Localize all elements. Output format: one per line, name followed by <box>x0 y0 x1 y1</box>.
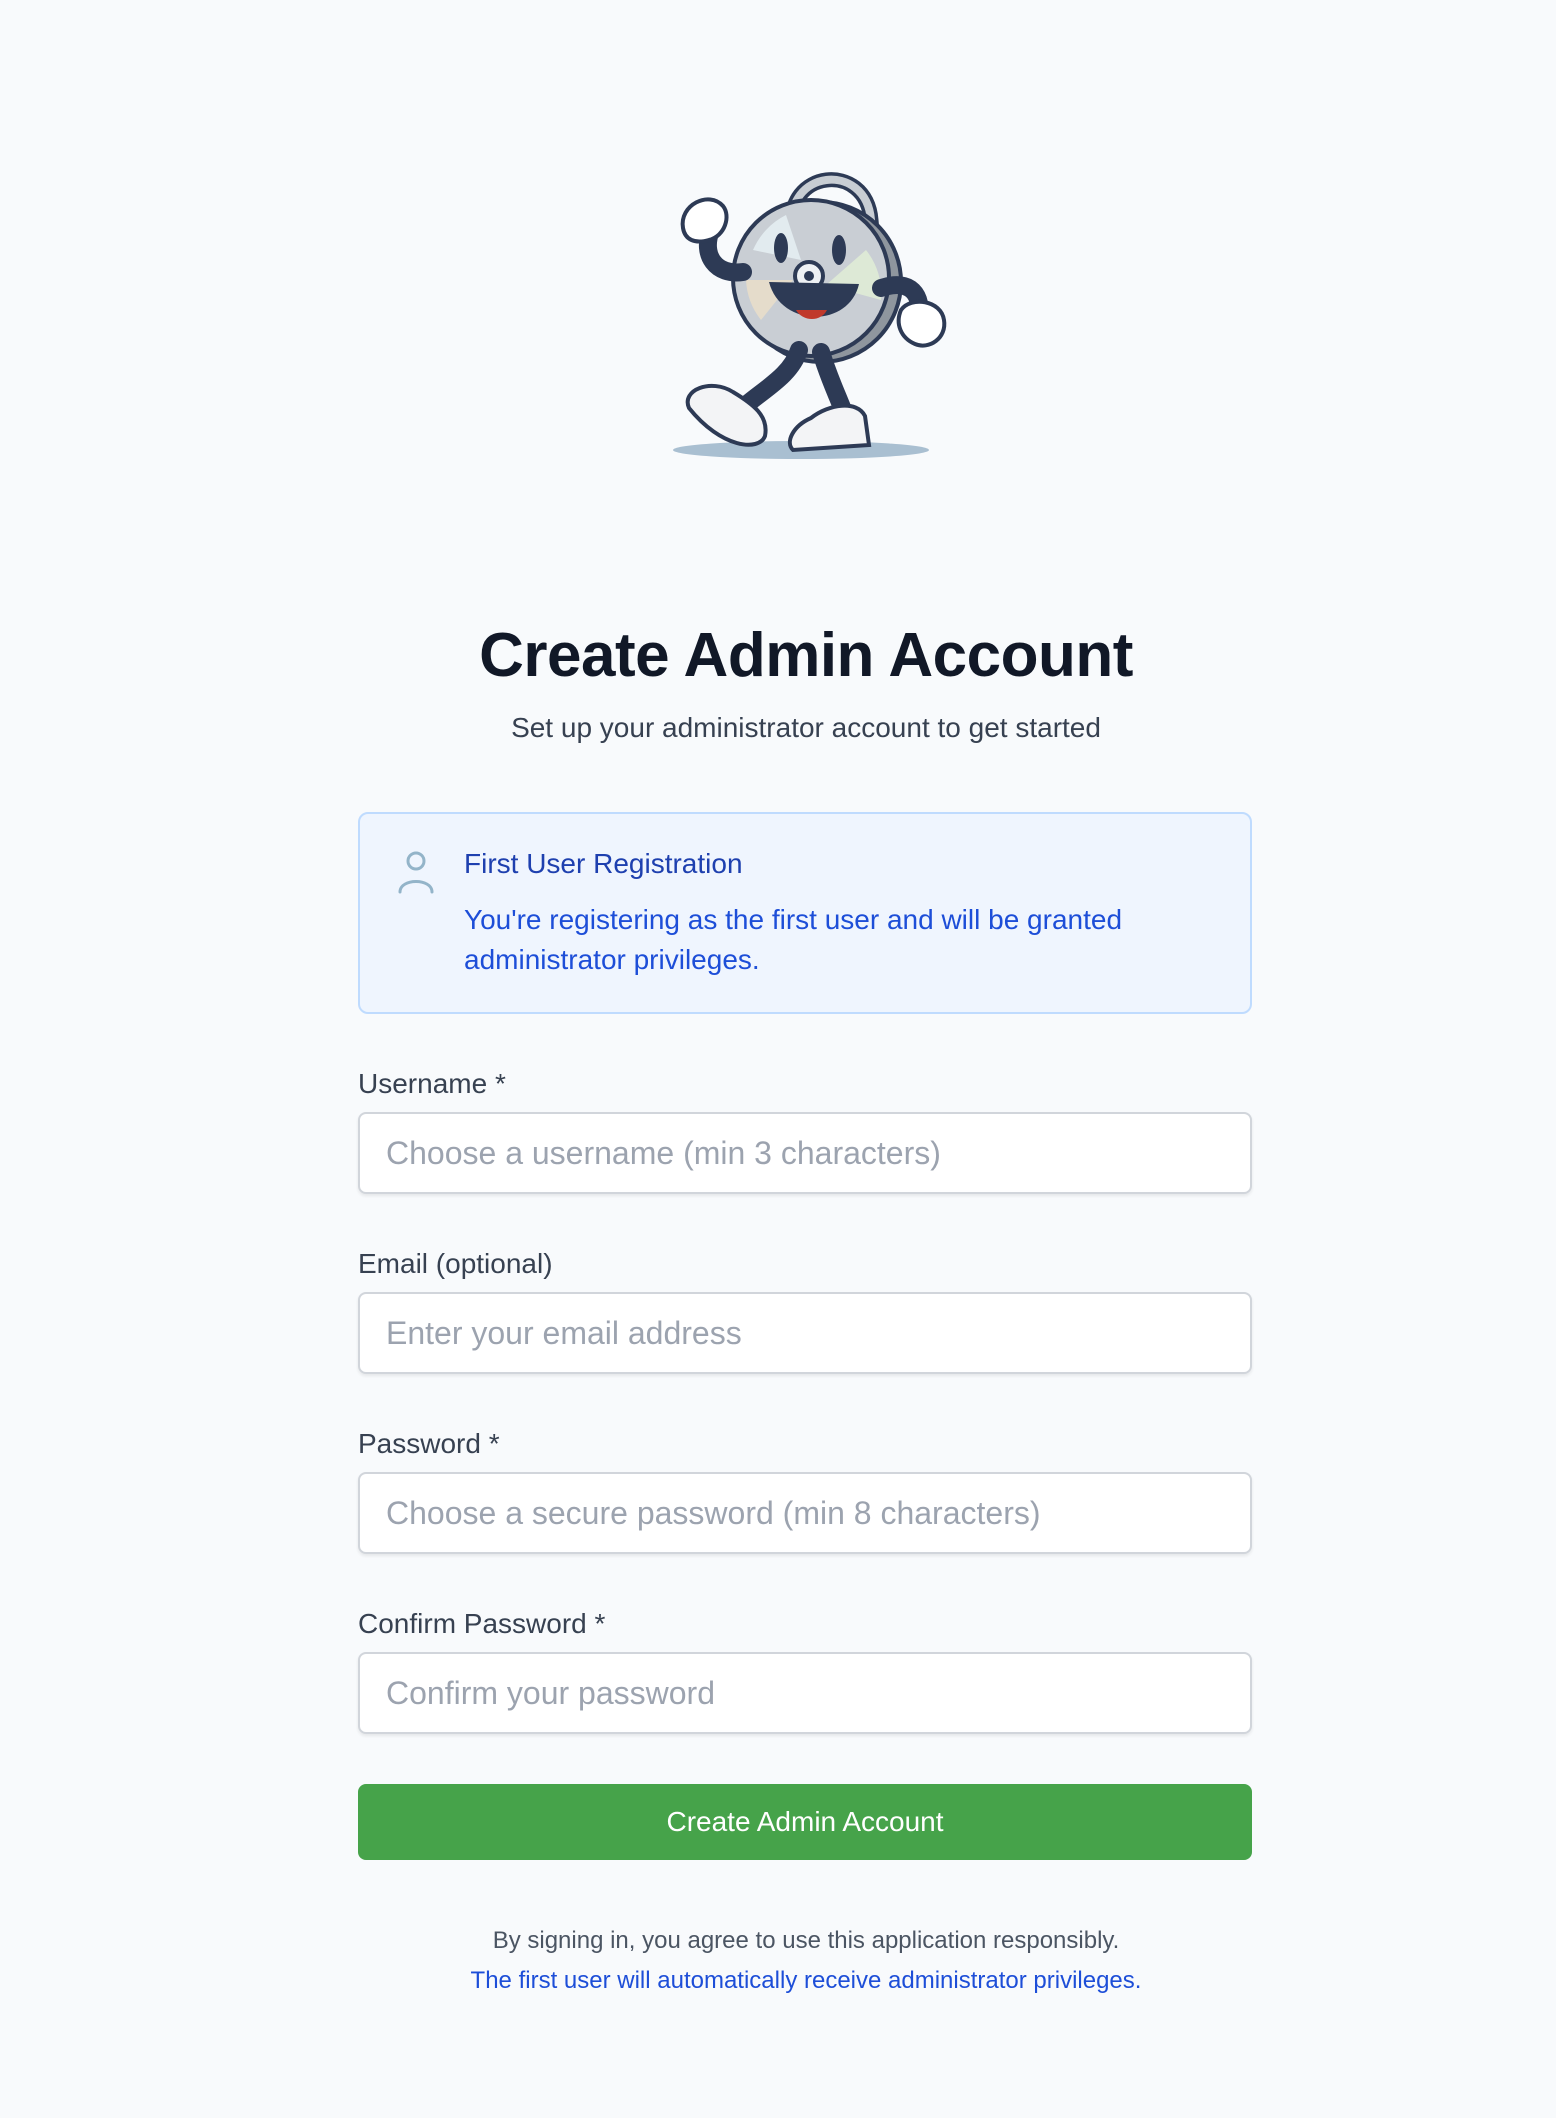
email-input[interactable] <box>358 1292 1252 1374</box>
page-title: Create Admin Account <box>479 621 1133 690</box>
page-subtitle: Set up your administrator account to get… <box>511 712 1101 743</box>
cd-mascot-icon <box>673 172 947 459</box>
confirm-password-label: Confirm Password * <box>358 1608 606 1639</box>
create-admin-account-button[interactable]: Create Admin Account <box>358 1784 1252 1860</box>
admin-privilege-note: The first user will automatically receiv… <box>470 1967 1142 1994</box>
first-user-notice: First User Registration You're registeri… <box>358 812 1252 1014</box>
password-label: Password * <box>358 1428 500 1459</box>
agreement-text: By signing in, you agree to use this app… <box>492 1927 1120 1954</box>
username-input[interactable] <box>358 1112 1252 1194</box>
username-label: Username * <box>358 1068 506 1099</box>
confirm-password-input[interactable] <box>358 1652 1252 1734</box>
notice-title: First User Registration <box>464 848 743 879</box>
user-icon <box>398 851 434 894</box>
mascot-illustration <box>358 160 1254 470</box>
password-input[interactable] <box>358 1472 1252 1554</box>
email-label: Email (optional) <box>358 1248 553 1279</box>
notice-body: You're registering as the first user and… <box>464 904 1123 975</box>
